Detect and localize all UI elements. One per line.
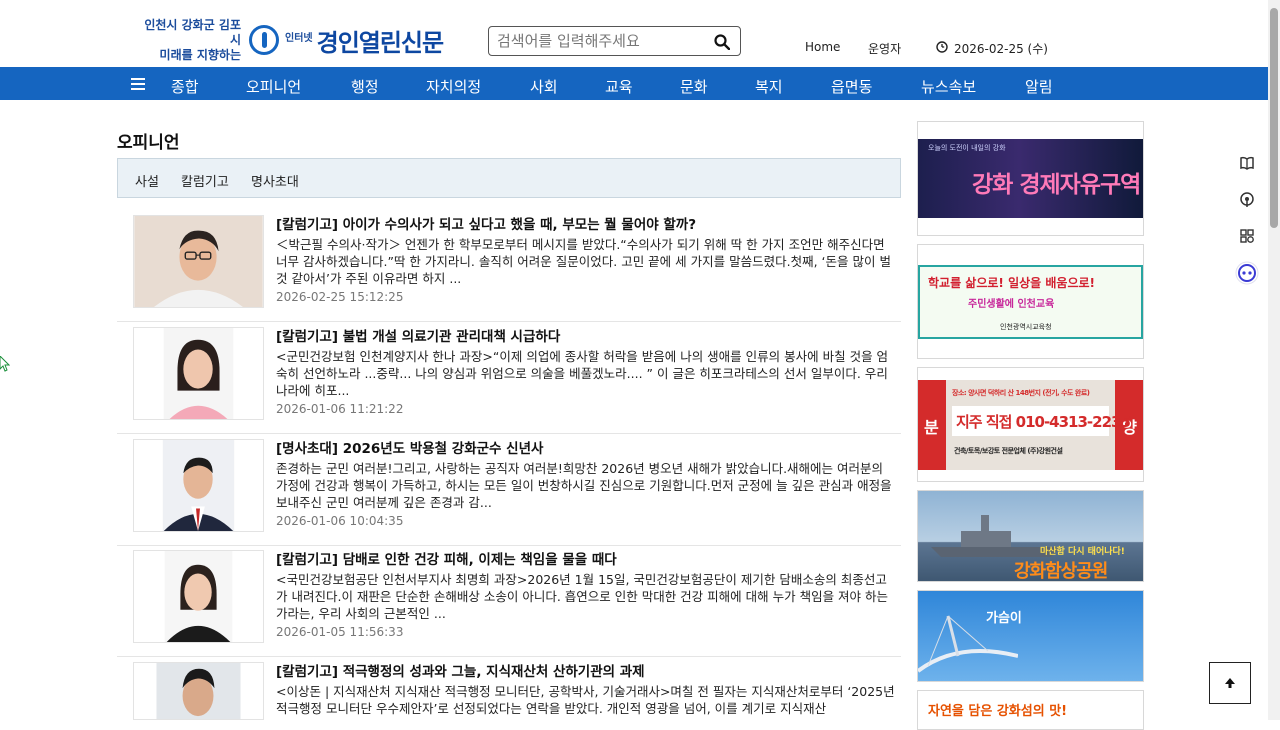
nav-item-general[interactable]: 종합 bbox=[171, 76, 199, 97]
article-date: 2026-01-06 11:21:22 bbox=[276, 402, 404, 416]
nav-item-welfare[interactable]: 복지 bbox=[755, 76, 783, 97]
list-item[interactable]: [칼럼기고] 아이가 수의사가 되고 싶다고 했을 때, 부모는 뭘 물어야 할… bbox=[117, 211, 901, 322]
subtab-column[interactable]: 칼럼기고 bbox=[181, 171, 229, 190]
article-title[interactable]: [칼럼기고] 불법 개설 의료기관 관리대책 시급하다 bbox=[276, 325, 560, 345]
scroll-top-button[interactable] bbox=[1209, 662, 1251, 704]
ad-sponsor: 인천광역시교육청 bbox=[1000, 323, 1052, 331]
ad-image: 분 양 장소: 양사면 덕하리 산 148번지 (전기, 수도 완료) 지주 직… bbox=[918, 380, 1143, 470]
article-thumbnail[interactable] bbox=[133, 550, 264, 643]
mouse-cursor-icon bbox=[0, 356, 10, 372]
page-title: 오피니언 bbox=[117, 133, 180, 153]
ad-banner-incheon-education[interactable]: 학교를 삶으로! 일상을 배움으로! 주민생활에 인천교육 인천광역시교육청 bbox=[917, 244, 1144, 359]
site-header: 인천시 강화군 김포시 미래를 지향하는 인터넷 경인열린신문 Home 운영자… bbox=[0, 0, 1268, 67]
ad-title: 강화함상공원 bbox=[1014, 561, 1108, 582]
operator-link[interactable]: 운영자 bbox=[868, 40, 901, 57]
article-thumbnail[interactable] bbox=[133, 215, 264, 308]
clock-icon bbox=[936, 41, 948, 53]
nav-item-breaking-news[interactable]: 뉴스속보 bbox=[921, 76, 976, 97]
nav-item-education[interactable]: 교육 bbox=[605, 76, 633, 97]
subtab-editorial[interactable]: 사설 bbox=[135, 171, 159, 190]
ad-phone: 지주 직접 010-4313-2235 bbox=[956, 413, 1131, 431]
search-icon[interactable] bbox=[714, 34, 730, 50]
nav-item-towns[interactable]: 읍면동 bbox=[831, 76, 872, 97]
article-title[interactable]: [명사초대] 2026년도 박용철 강화군수 신년사 bbox=[276, 437, 543, 457]
search-input[interactable] bbox=[497, 31, 702, 51]
article-thumbnail[interactable] bbox=[133, 327, 264, 420]
nav-item-opinion[interactable]: 오피니언 bbox=[246, 76, 301, 97]
article-date: 2026-01-06 10:04:35 bbox=[276, 514, 404, 528]
nav-item-notice[interactable]: 알림 bbox=[1025, 76, 1053, 97]
portrait-image bbox=[135, 663, 262, 719]
article-date: 2026-02-25 15:12:25 bbox=[276, 290, 404, 304]
ad-banner-warship-park[interactable]: 마산함 다시 태어나다! 강화함상공원 bbox=[917, 490, 1144, 582]
book-icon[interactable] bbox=[1234, 150, 1260, 176]
article-thumbnail[interactable] bbox=[133, 439, 264, 532]
home-link[interactable]: Home bbox=[805, 40, 840, 54]
article-thumbnail[interactable] bbox=[133, 662, 264, 720]
ad-image: 가슴이 bbox=[918, 591, 1143, 681]
podcast-icon[interactable] bbox=[1234, 187, 1260, 213]
ad-left-char: 분 bbox=[924, 418, 939, 437]
current-date: 2026-02-25 (수) bbox=[954, 42, 1048, 56]
ad-banner-bridge[interactable]: 가슴이 bbox=[917, 590, 1144, 682]
ad-location: 장소: 양사면 덕하리 산 148번지 (전기, 수도 완료) bbox=[952, 389, 1090, 397]
logo-mark-icon bbox=[249, 25, 279, 55]
nav-item-society[interactable]: 사회 bbox=[530, 76, 558, 97]
article-title[interactable]: [칼럼기고] 적극행정의 성과와 그늘, 지식재산처 산하기관의 과제 bbox=[276, 660, 645, 680]
ad-company: 건축/토목/보강토 전문업체 (주)강원건설 bbox=[954, 447, 1063, 455]
slogan-line-2: 미래를 지향하는 bbox=[159, 47, 241, 62]
search-box bbox=[488, 26, 741, 56]
portrait-image bbox=[134, 440, 263, 531]
subtab-bar: 사설 칼럼기고 명사초대 bbox=[117, 158, 901, 198]
logo-small-text: 인터넷 bbox=[285, 32, 313, 44]
portrait-image bbox=[134, 216, 263, 307]
portrait-image bbox=[134, 551, 263, 642]
ad-headline: 학교를 삶으로! 일상을 배움으로! bbox=[928, 276, 1095, 290]
ad-banner-free-economic-zone[interactable]: 오늘의 도전이 내일의 강화 강화 경제자유구역 bbox=[917, 121, 1144, 236]
subtab-guest[interactable]: 명사초대 bbox=[251, 171, 299, 190]
assistant-icon[interactable] bbox=[1234, 260, 1260, 286]
article-title[interactable]: [칼럼기고] 담배로 인한 건강 피해, 이제는 책임을 물을 때다 bbox=[276, 548, 617, 568]
article-summary: <국민건강보험공단 인천서부지사 최명희 과장>2026년 1월 15일, 국민… bbox=[276, 572, 889, 621]
ad-banner-ganghwa-food[interactable]: 자연을 담은 강화섬의 맛! bbox=[917, 690, 1144, 730]
apps-icon[interactable] bbox=[1234, 223, 1260, 249]
ad-banner-land-sale[interactable]: 분 양 장소: 양사면 덕하리 산 148번지 (전기, 수도 완료) 지주 직… bbox=[917, 367, 1144, 482]
article-title[interactable]: [칼럼기고] 아이가 수의사가 되고 싶다고 했을 때, 부모는 뭘 물어야 할… bbox=[276, 213, 696, 233]
article-summary: <이상돈 | 지식재산처 지식재산 적극행정 모니터단, 공학박사, 기술거래사… bbox=[276, 684, 895, 716]
article-summary: ＜박근필 수의사·작가＞ 언젠가 한 학부모로부터 메시지를 받았다.“수의사가… bbox=[276, 237, 891, 286]
site-logo[interactable]: 인천시 강화군 김포시 미래를 지향하는 인터넷 경인열린신문 bbox=[137, 18, 444, 62]
main-nav: 종합 오피니언 행정 자치의정 사회 교육 문화 복지 읍면동 뉴스속보 알림 bbox=[0, 67, 1268, 100]
article-summary: 존경하는 군민 여러분!그리고, 사랑하는 공직자 여러분!희망찬 2026년 … bbox=[276, 461, 892, 510]
nav-item-council[interactable]: 자치의정 bbox=[426, 76, 481, 97]
ad-image: 오늘의 도전이 내일의 강화 강화 경제자유구역 bbox=[918, 139, 1143, 218]
article-date: 2026-01-05 11:56:33 bbox=[276, 625, 404, 639]
scrollbar-thumb[interactable] bbox=[1270, 8, 1278, 228]
article-summary: <군민건강보험 인천계양지사 한나 과장>“이제 의업에 종사할 허락을 받음에… bbox=[276, 349, 889, 398]
ad-image: 학교를 삶으로! 일상을 배움으로! 주민생활에 인천교육 인천광역시교육청 bbox=[918, 265, 1143, 339]
list-item[interactable]: [명사초대] 2026년도 박용철 강화군수 신년사 존경하는 군민 여러분!그… bbox=[117, 435, 901, 546]
menu-icon[interactable] bbox=[131, 78, 145, 90]
logo-slogan: 인천시 강화군 김포시 미래를 지향하는 bbox=[137, 18, 241, 63]
ad-title: 강화 경제자유구역 bbox=[972, 172, 1141, 198]
ad-small-text: 오늘의 도전이 내일의 강화 bbox=[928, 144, 1006, 152]
nav-item-culture[interactable]: 문화 bbox=[680, 76, 708, 97]
portrait-image bbox=[134, 328, 263, 419]
ad-title: 자연을 담은 강화섬의 맛! bbox=[928, 704, 1068, 719]
page-scrollbar[interactable] bbox=[1268, 0, 1280, 720]
list-item[interactable]: [칼럼기고] 불법 개설 의료기관 관리대책 시급하다 <군민건강보험 인천계양… bbox=[117, 323, 901, 434]
logo-name: 경인열린신문 bbox=[316, 28, 444, 57]
slogan-line-1: 인천시 강화군 김포시 bbox=[144, 17, 241, 47]
nav-item-administration[interactable]: 행정 bbox=[351, 76, 379, 97]
ad-small-text: 마산함 다시 태어나다! bbox=[1040, 547, 1125, 557]
arrow-up-icon bbox=[1225, 678, 1235, 688]
ad-image: 마산함 다시 태어나다! 강화함상공원 bbox=[918, 491, 1143, 582]
ad-title: 가슴이 bbox=[986, 611, 1022, 626]
list-item[interactable]: [칼럼기고] 담배로 인한 건강 피해, 이제는 책임을 물을 때다 <국민건강… bbox=[117, 546, 901, 657]
list-item[interactable]: [칼럼기고] 적극행정의 성과와 그늘, 지식재산처 산하기관의 과제 <이상돈… bbox=[117, 658, 901, 720]
ad-subline: 주민생활에 인천교육 bbox=[968, 299, 1055, 310]
